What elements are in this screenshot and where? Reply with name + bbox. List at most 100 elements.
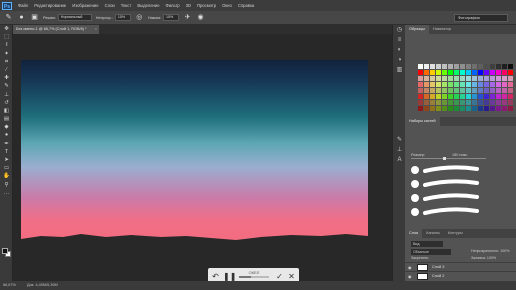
- color-swatch[interactable]: [484, 64, 489, 69]
- color-swatch[interactable]: [490, 100, 495, 105]
- color-swatch[interactable]: [508, 70, 513, 75]
- color-swatch[interactable]: [490, 106, 495, 111]
- blur-tool-icon[interactable]: ◆: [0, 123, 13, 131]
- quick-select-tool-icon[interactable]: ✦: [0, 50, 13, 58]
- layer-filter-dropdown[interactable]: Вид: [411, 241, 443, 247]
- airbrush-icon[interactable]: ✈: [183, 13, 192, 22]
- color-swatch[interactable]: [466, 106, 471, 111]
- tab-swatches[interactable]: Образцы: [405, 25, 429, 34]
- color-swatch[interactable]: [466, 88, 471, 93]
- color-swatch[interactable]: [490, 94, 495, 99]
- history-brush-tool-icon[interactable]: ↺: [0, 99, 13, 107]
- tab-paths[interactable]: Контуры: [444, 229, 467, 238]
- color-swatch[interactable]: [448, 88, 453, 93]
- color-swatch[interactable]: [430, 106, 435, 111]
- color-swatch[interactable]: [418, 106, 423, 111]
- color-swatch[interactable]: [424, 64, 429, 69]
- color-swatch[interactable]: [448, 100, 453, 105]
- menu-3d[interactable]: 3D: [183, 3, 194, 8]
- pen-tool-icon[interactable]: ✒: [0, 140, 13, 148]
- color-swatch[interactable]: [442, 100, 447, 105]
- color-swatch[interactable]: [460, 70, 465, 75]
- workspace-switcher[interactable]: Фотография: [454, 14, 508, 22]
- mode-dropdown[interactable]: Нормальный: [57, 14, 92, 21]
- color-swatch[interactable]: [472, 106, 477, 111]
- color-swatch[interactable]: [496, 70, 501, 75]
- color-swatch[interactable]: [460, 94, 465, 99]
- color-swatch[interactable]: [478, 94, 483, 99]
- color-swatch[interactable]: [472, 70, 477, 75]
- layer-row[interactable]: ◉ Слой 3: [405, 262, 516, 271]
- color-swatch[interactable]: [484, 106, 489, 111]
- marquee-tool-icon[interactable]: ⬚: [0, 33, 13, 41]
- color-swatch[interactable]: [502, 106, 507, 111]
- rectangle-tool-icon[interactable]: ▭: [0, 164, 13, 172]
- color-swatch[interactable]: [454, 88, 459, 93]
- healing-brush-tool-icon[interactable]: ✚: [0, 74, 13, 82]
- color-swatch[interactable]: [460, 88, 465, 93]
- tab-navigator[interactable]: Навигатор: [429, 25, 455, 34]
- color-swatch[interactable]: [508, 76, 513, 81]
- color-swatch[interactable]: [466, 100, 471, 105]
- gradient-tool-icon[interactable]: ▤: [0, 115, 13, 123]
- color-swatch[interactable]: [418, 70, 423, 75]
- color-swatch[interactable]: [442, 70, 447, 75]
- color-swatch[interactable]: [478, 76, 483, 81]
- eyedropper-tool-icon[interactable]: ⁄: [0, 66, 13, 74]
- color-swatch[interactable]: [466, 94, 471, 99]
- menu-image[interactable]: Изображение: [69, 3, 101, 8]
- color-swatch[interactable]: [460, 64, 465, 69]
- color-swatch[interactable]: [424, 94, 429, 99]
- menu-window[interactable]: Окно: [219, 3, 235, 8]
- type-tool-icon[interactable]: T: [0, 148, 13, 156]
- menu-select[interactable]: Выделение: [134, 3, 162, 8]
- color-swatch[interactable]: [490, 64, 495, 69]
- color-swatch[interactable]: [430, 70, 435, 75]
- color-swatch[interactable]: [442, 82, 447, 87]
- brush-preset[interactable]: [411, 163, 511, 177]
- tab-layers[interactable]: Слои: [405, 229, 423, 238]
- color-swatch[interactable]: [424, 88, 429, 93]
- color-swatch[interactable]: [430, 100, 435, 105]
- color-swatch[interactable]: [424, 100, 429, 105]
- color-swatch[interactable]: [460, 82, 465, 87]
- menu-type[interactable]: Текст: [118, 3, 135, 8]
- color-swatch[interactable]: [460, 76, 465, 81]
- lasso-tool-icon[interactable]: ℓ: [0, 41, 13, 49]
- tab-channels[interactable]: Каналы: [422, 229, 443, 238]
- color-swatch[interactable]: [448, 106, 453, 111]
- color-swatch[interactable]: [484, 100, 489, 105]
- color-swatch[interactable]: [508, 94, 513, 99]
- color-swatch[interactable]: [496, 64, 501, 69]
- color-swatch[interactable]: [496, 82, 501, 87]
- color-swatch[interactable]: [436, 82, 441, 87]
- color-swatch[interactable]: [418, 76, 423, 81]
- color-swatch[interactable]: [436, 94, 441, 99]
- color-swatch[interactable]: [478, 106, 483, 111]
- color-swatch[interactable]: [472, 64, 477, 69]
- crop-tool-icon[interactable]: ⌗: [0, 58, 13, 66]
- brush-settings-icon[interactable]: ▣: [30, 13, 39, 22]
- color-swatch[interactable]: [478, 82, 483, 87]
- brush-size-slider[interactable]: [411, 157, 486, 160]
- color-swatch[interactable]: [430, 82, 435, 87]
- tab-brush-presets[interactable]: Наборы кистей: [405, 117, 440, 126]
- color-swatch[interactable]: [418, 88, 423, 93]
- pressure-size-icon[interactable]: ◉: [196, 13, 205, 22]
- color-swatch[interactable]: [424, 70, 429, 75]
- layer-fill-field[interactable]: Заливка: 100%: [471, 256, 496, 260]
- visibility-eye-icon[interactable]: ◉: [408, 274, 412, 279]
- color-swatch[interactable]: [472, 100, 477, 105]
- color-swatch[interactable]: [454, 70, 459, 75]
- visibility-eye-icon[interactable]: ◉: [408, 265, 412, 270]
- color-swatch[interactable]: [490, 82, 495, 87]
- color-swatch[interactable]: [454, 64, 459, 69]
- color-swatch[interactable]: [418, 82, 423, 87]
- color-swatch[interactable]: [436, 76, 441, 81]
- color-swatch[interactable]: [430, 88, 435, 93]
- path-select-tool-icon[interactable]: ➤: [0, 156, 13, 164]
- color-swatch[interactable]: [502, 88, 507, 93]
- document-canvas[interactable]: [21, 60, 368, 251]
- menu-view[interactable]: Просмотр: [194, 3, 219, 8]
- color-swatch[interactable]: [484, 94, 489, 99]
